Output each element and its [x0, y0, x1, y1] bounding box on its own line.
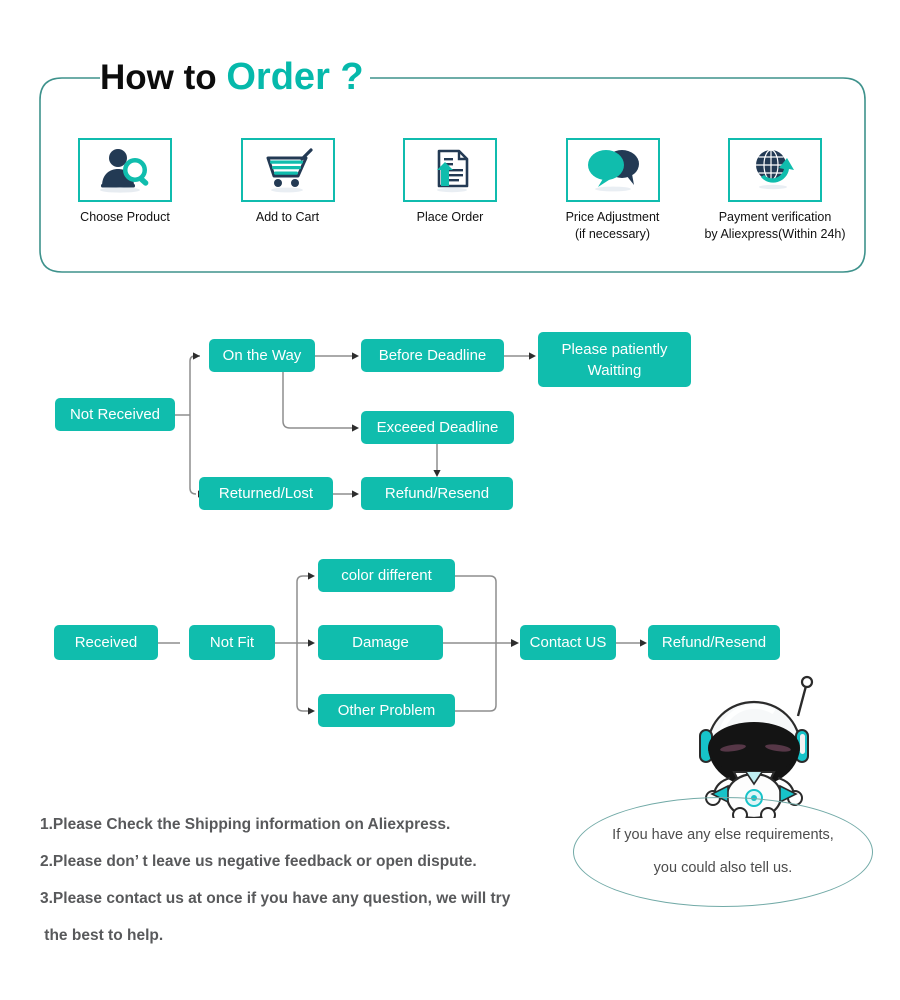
- step-label: Payment verification by Aliexpress(Withi…: [704, 210, 846, 241]
- callout-line-1: If you have any else requirements,: [612, 827, 834, 843]
- step-label: Place Order: [416, 210, 484, 224]
- step-price-adjustment[interactable]: Price Adjustment (if necessary): [533, 138, 693, 243]
- step-add-to-cart[interactable]: Add to Cart: [208, 138, 368, 243]
- flow-node-not-fit[interactable]: Not Fit: [189, 625, 275, 660]
- flow-node-contact-us[interactable]: Contact US: [520, 625, 616, 660]
- note-line-1: 1.Please Check the Shipping information …: [40, 816, 451, 833]
- astronaut-mascot: [699, 675, 814, 818]
- step-label: Add to Cart: [255, 210, 320, 224]
- step-icon-box: [240, 138, 335, 202]
- flow-node-not-received[interactable]: Not Received: [55, 398, 175, 431]
- shopping-cart-icon: [266, 148, 313, 193]
- page-title-accent: Order ?: [226, 56, 364, 98]
- document-upload-icon: [437, 149, 469, 193]
- step-icon-box: [78, 138, 172, 202]
- how-to-order-header: How to Order ? Choose Product Add to Car…: [0, 0, 900, 300]
- flow-node-refund-resend[interactable]: Refund/Resend: [648, 625, 780, 660]
- flow-node-color-different[interactable]: color different: [318, 559, 455, 592]
- step-icon-box: [565, 138, 660, 202]
- step-choose-product[interactable]: Choose Product: [45, 138, 205, 243]
- flow-node-damage[interactable]: Damage: [318, 625, 443, 660]
- notes-list: 1.Please Check the Shipping information …: [40, 806, 600, 954]
- person-search-icon: [100, 149, 149, 193]
- flow-node-returned-lost[interactable]: Returned/Lost: [199, 477, 333, 510]
- step-place-order[interactable]: Place Order: [370, 138, 530, 243]
- flow-node-exceeed-deadline[interactable]: Exceeed Deadline: [361, 411, 514, 444]
- flow-node-received[interactable]: Received: [54, 625, 158, 660]
- note-line-2: 2.Please don’ t leave us negative feedba…: [40, 853, 477, 870]
- note-line-3: 3.Please contact us at once if you have …: [40, 890, 511, 907]
- step-payment-verification[interactable]: Payment verification by Aliexpress(Withi…: [695, 138, 855, 243]
- requirements-callout: If you have any else requirements, you c…: [573, 797, 873, 907]
- page-title: How to Order ?: [100, 55, 364, 100]
- order-steps-row: Choose Product Add to Cart Place Order P…: [45, 138, 855, 243]
- flow-node-on-the-way[interactable]: On the Way: [209, 339, 315, 372]
- flow-node-refund-resend[interactable]: Refund/Resend: [361, 477, 513, 510]
- flow-node-before-deadline[interactable]: Before Deadline: [361, 339, 504, 372]
- speech-bubbles-icon: [587, 150, 639, 192]
- flowchart-not-received: Not Received On the Way Returned/Lost Be…: [0, 320, 900, 530]
- flow-node-other-problem[interactable]: Other Problem: [318, 694, 455, 727]
- callout-ellipse-shape: [573, 797, 873, 907]
- globe-arrow-icon: [756, 149, 794, 190]
- callout-line-2: you could also tell us.: [653, 860, 793, 876]
- step-icon-box: [728, 138, 822, 202]
- flow-node-please-waiting[interactable]: Please patiently Waitting: [538, 332, 691, 387]
- note-line-4: the best to help.: [40, 927, 164, 944]
- step-label: Choose Product: [80, 210, 170, 224]
- step-icon-box: [403, 138, 497, 202]
- page-title-prefix: How to: [100, 58, 227, 97]
- step-label: Price Adjustment (if necessary): [565, 210, 660, 241]
